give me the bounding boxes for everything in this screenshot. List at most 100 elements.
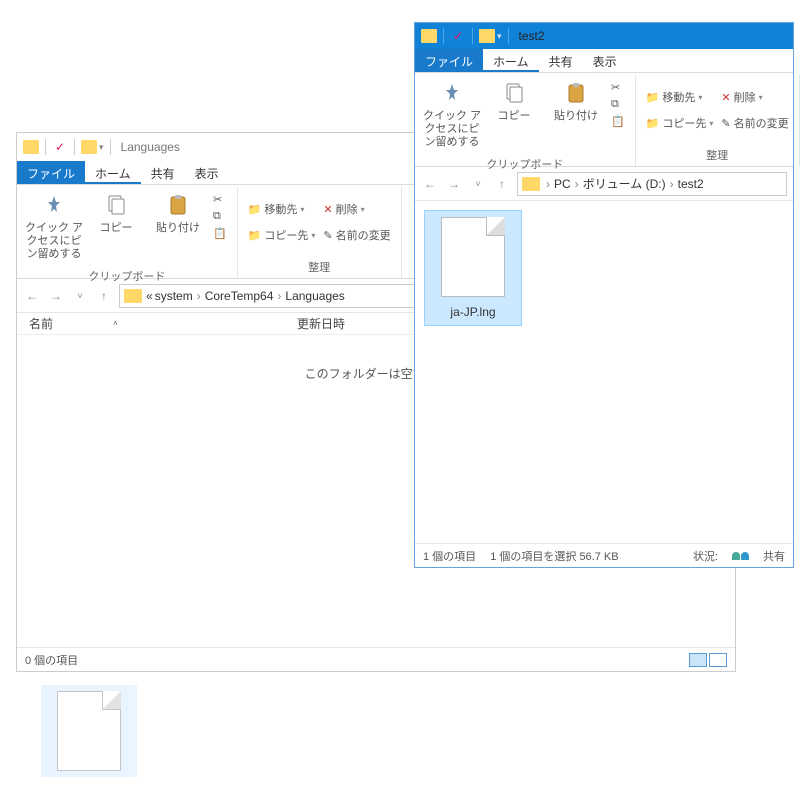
breadcrumb-segment[interactable]: CoreTemp64	[205, 289, 274, 303]
chevron-right-icon[interactable]: ›	[195, 289, 203, 303]
status-shared: 共有	[763, 548, 785, 564]
copy-to-button[interactable]: 📁コピー先▾	[646, 115, 714, 131]
file-name-label: ja-JP.lng	[450, 305, 495, 319]
copy-path-button[interactable]: ⧉	[213, 210, 227, 223]
qat-folder-icon[interactable]	[479, 29, 495, 43]
window-title: test2	[519, 29, 545, 43]
cut-button[interactable]: ✂	[213, 193, 227, 206]
tab-file[interactable]: ファイル	[415, 49, 483, 72]
pin-to-quick-access-button[interactable]: クイック アクセスにピン留めする	[421, 79, 483, 150]
move-to-button[interactable]: 📁移動先▾	[646, 89, 714, 105]
copy-path-button[interactable]: ⧉	[611, 98, 625, 111]
delete-button[interactable]: ✕削除▾	[323, 201, 390, 217]
folder-icon	[522, 177, 540, 191]
status-item-count: 1 個の項目	[423, 548, 476, 564]
qat-checkbox-icon[interactable]: ✓	[450, 28, 466, 44]
forward-button[interactable]: →	[445, 177, 463, 191]
file-icon	[57, 691, 121, 771]
back-button[interactable]: ←	[421, 177, 439, 191]
delete-icon: ✕	[721, 91, 730, 104]
titlebar[interactable]: ✓ ▾ test2	[415, 23, 793, 49]
breadcrumb-segment[interactable]: test2	[678, 177, 704, 191]
status-state-label: 状況:	[693, 548, 718, 564]
rename-icon: ✎	[323, 229, 332, 242]
tab-share[interactable]: 共有	[539, 49, 583, 72]
forward-button[interactable]: →	[47, 289, 65, 303]
rename-button[interactable]: ✎名前の変更	[323, 227, 390, 243]
copy-to-button[interactable]: 📁コピー先▾	[248, 227, 316, 243]
ribbon: クイック アクセスにピン留めする コピー 貼り付け ✂ ⧉ 📋 クリップボード	[415, 73, 793, 167]
file-icon	[441, 217, 505, 297]
view-details-icon[interactable]	[689, 653, 707, 667]
folder-icon	[124, 289, 142, 303]
chevron-right-icon[interactable]: ›	[544, 177, 552, 191]
history-dropdown[interactable]: ˅	[469, 179, 487, 189]
file-item[interactable]: ja-JP.lng	[425, 211, 521, 325]
folder-go-icon: 📁	[248, 203, 262, 216]
status-item-count: 0 個の項目	[25, 652, 78, 668]
up-button[interactable]: ↑	[95, 289, 113, 303]
tab-home[interactable]: ホーム	[85, 161, 141, 184]
pin-icon	[438, 79, 466, 107]
chevron-right-icon[interactable]: ›	[573, 177, 581, 191]
copy-button[interactable]: コピー	[85, 191, 147, 262]
up-button[interactable]: ↑	[493, 177, 511, 191]
paste-shortcut-button[interactable]: 📋	[213, 227, 227, 240]
share-status-icon	[732, 552, 749, 560]
column-date[interactable]: 更新日時	[297, 315, 345, 332]
rename-button[interactable]: ✎名前の変更	[721, 115, 788, 131]
ribbon-group-organize: 整理	[640, 145, 795, 166]
view-large-icons-icon[interactable]	[709, 653, 727, 667]
tab-home[interactable]: ホーム	[483, 49, 539, 72]
tab-file[interactable]: ファイル	[17, 161, 85, 184]
drag-ghost-file	[41, 685, 137, 777]
scissors-icon: ✂	[611, 81, 620, 94]
tab-share[interactable]: 共有	[141, 161, 185, 184]
qat-checkbox-icon[interactable]: ✓	[52, 139, 68, 155]
column-name[interactable]: 名前	[29, 315, 53, 332]
rename-icon: ✎	[721, 117, 730, 130]
paste-icon	[562, 79, 590, 107]
sort-caret-icon: ˄	[113, 319, 118, 328]
tab-view[interactable]: 表示	[583, 49, 627, 72]
breadcrumb-segment[interactable]: PC	[554, 177, 571, 191]
copy-icon	[102, 191, 130, 219]
paste-shortcut-button[interactable]: 📋	[611, 115, 625, 128]
paste-button[interactable]: 貼り付け	[545, 79, 607, 150]
ribbon-tabs[interactable]: ファイル ホーム 共有 表示	[415, 49, 793, 73]
status-selected-count: 1 個の項目を選択	[490, 551, 576, 563]
ribbon-group-organize: 整理	[242, 257, 397, 278]
delete-icon: ✕	[323, 203, 332, 216]
paste-icon	[164, 191, 192, 219]
status-size: 56.7 KB	[579, 551, 618, 563]
folder-icon	[421, 29, 437, 43]
breadcrumb-segment[interactable]: ボリューム (D:)	[583, 175, 666, 192]
window-title: Languages	[121, 140, 180, 154]
move-to-button[interactable]: 📁移動先▾	[248, 201, 316, 217]
paste-button[interactable]: 貼り付け	[147, 191, 209, 262]
explorer-window-test2[interactable]: ✓ ▾ test2 ファイル ホーム 共有 表示 クイック アクセスにピン留めす…	[414, 22, 794, 568]
qat-folder-icon[interactable]	[81, 140, 97, 154]
folder-copy-icon: 📁	[248, 229, 262, 242]
copy-icon	[500, 79, 528, 107]
history-dropdown[interactable]: ˅	[71, 291, 89, 301]
folder-copy-icon: 📁	[646, 117, 660, 130]
tab-view[interactable]: 表示	[185, 161, 229, 184]
pin-icon	[40, 191, 68, 219]
statusbar: 1 個の項目 1 個の項目を選択 56.7 KB 状況: 共有	[415, 543, 793, 567]
breadcrumb-segment[interactable]: Languages	[285, 289, 344, 303]
folder-icon	[23, 140, 39, 154]
cut-button[interactable]: ✂	[611, 81, 625, 94]
scissors-icon: ✂	[213, 193, 222, 206]
back-button[interactable]: ←	[23, 289, 41, 303]
folder-go-icon: 📁	[646, 91, 660, 104]
copy-button[interactable]: コピー	[483, 79, 545, 150]
delete-button[interactable]: ✕削除▾	[721, 89, 788, 105]
pin-to-quick-access-button[interactable]: クイック アクセスにピン留めする	[23, 191, 85, 262]
chevron-right-icon[interactable]: ›	[275, 289, 283, 303]
statusbar: 0 個の項目	[17, 647, 735, 671]
breadcrumb-segment[interactable]: system	[155, 289, 193, 303]
file-list[interactable]: ja-JP.lng	[415, 201, 793, 539]
breadcrumb[interactable]: › PC › ボリューム (D:) › test2	[517, 172, 787, 196]
chevron-right-icon[interactable]: ›	[668, 177, 676, 191]
